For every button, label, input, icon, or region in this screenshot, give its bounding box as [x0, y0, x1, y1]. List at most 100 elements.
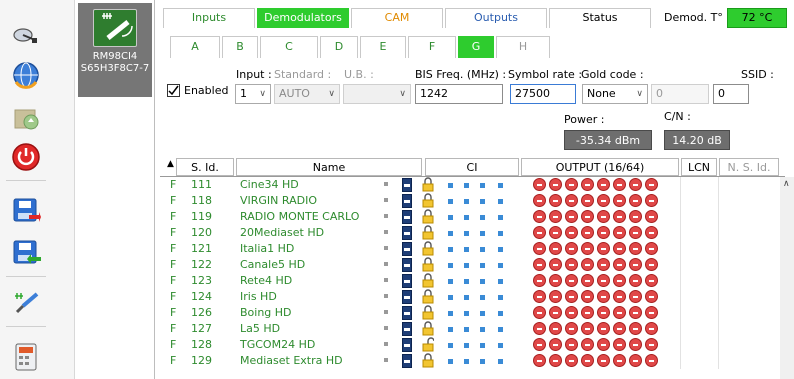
output-disabled-icon[interactable]	[629, 290, 642, 303]
output-disabled-icon[interactable]	[581, 210, 594, 223]
output-disabled-icon[interactable]	[565, 258, 578, 271]
output-disabled-icon[interactable]	[549, 242, 562, 255]
output-disabled-icon[interactable]	[629, 338, 642, 351]
output-disabled-icon[interactable]	[597, 354, 610, 367]
output-disabled-icon[interactable]	[629, 210, 642, 223]
output-disabled-icon[interactable]	[613, 178, 626, 191]
ci-slot-1[interactable]	[448, 311, 453, 316]
ci-slot-2[interactable]	[464, 215, 469, 220]
output-disabled-icon[interactable]	[549, 178, 562, 191]
output-disabled-icon[interactable]	[597, 290, 610, 303]
ci-slot-4[interactable]	[498, 231, 503, 236]
output-disabled-icon[interactable]	[629, 226, 642, 239]
ci-slot-1[interactable]	[448, 215, 453, 220]
standard-select[interactable]: AUTO ∨	[274, 84, 340, 104]
output-disabled-icon[interactable]	[581, 178, 594, 191]
ci-slot-4[interactable]	[498, 311, 503, 316]
disk-icon[interactable]	[402, 274, 412, 288]
ci-slot-2[interactable]	[464, 199, 469, 204]
lock-icon[interactable]	[422, 209, 434, 224]
ci-slot-4[interactable]	[498, 183, 503, 188]
gold-code-select[interactable]: None ∨	[582, 84, 648, 104]
subtab-f[interactable]: F	[408, 36, 456, 58]
table-row[interactable]: F 126 Boing HD	[160, 305, 780, 321]
output-disabled-icon[interactable]	[597, 338, 610, 351]
device-item[interactable]: RM98CI4 S65H3F8C7-7	[78, 3, 152, 97]
disk-icon[interactable]	[402, 178, 412, 192]
output-disabled-icon[interactable]	[533, 258, 546, 271]
lock-icon[interactable]	[422, 305, 434, 320]
output-disabled-icon[interactable]	[645, 226, 658, 239]
output-disabled-icon[interactable]	[597, 306, 610, 319]
output-disabled-icon[interactable]	[597, 274, 610, 287]
header-output[interactable]: OUTPUT (16/64)	[521, 158, 679, 176]
table-row[interactable]: F 124 Iris HD	[160, 289, 780, 305]
tab-outputs[interactable]: Outputs	[445, 8, 547, 28]
lock-icon[interactable]	[422, 353, 434, 368]
output-disabled-icon[interactable]	[613, 306, 626, 319]
output-disabled-icon[interactable]	[645, 274, 658, 287]
header-name[interactable]: Name	[236, 158, 422, 176]
output-disabled-icon[interactable]	[613, 194, 626, 207]
ci-slot-4[interactable]	[498, 199, 503, 204]
tab-cam[interactable]: CAM	[351, 8, 443, 28]
ci-slot-2[interactable]	[464, 327, 469, 332]
output-disabled-icon[interactable]	[613, 274, 626, 287]
ci-slot-2[interactable]	[464, 311, 469, 316]
ci-slot-4[interactable]	[498, 247, 503, 252]
ci-slot-4[interactable]	[498, 359, 503, 364]
output-disabled-icon[interactable]	[613, 226, 626, 239]
ci-slot-1[interactable]	[448, 199, 453, 204]
ci-slot-2[interactable]	[464, 247, 469, 252]
output-disabled-icon[interactable]	[549, 338, 562, 351]
ci-slot-1[interactable]	[448, 327, 453, 332]
header-lcn[interactable]: LCN	[681, 158, 717, 176]
ssid-input[interactable]: 0	[713, 84, 749, 104]
header-sid[interactable]: S. Id.	[176, 158, 234, 176]
output-disabled-icon[interactable]	[533, 194, 546, 207]
ci-slot-1[interactable]	[448, 295, 453, 300]
disk-icon[interactable]	[402, 194, 412, 208]
symbol-rate-input[interactable]: 27500	[510, 84, 576, 104]
output-disabled-icon[interactable]	[597, 194, 610, 207]
subtab-d[interactable]: D	[320, 36, 358, 58]
disk-icon[interactable]	[402, 242, 412, 256]
ci-slot-1[interactable]	[448, 343, 453, 348]
output-disabled-icon[interactable]	[613, 338, 626, 351]
ci-slot-3[interactable]	[480, 279, 485, 284]
output-disabled-icon[interactable]	[629, 242, 642, 255]
output-disabled-icon[interactable]	[549, 306, 562, 319]
output-disabled-icon[interactable]	[565, 178, 578, 191]
globe-refresh-icon[interactable]	[8, 58, 44, 92]
tab-demodulators[interactable]: Demodulators	[257, 8, 349, 28]
output-disabled-icon[interactable]	[613, 210, 626, 223]
input-select[interactable]: 1 ∨	[235, 84, 271, 104]
table-row[interactable]: F 121 Italia1 HD	[160, 241, 780, 257]
disk-icon[interactable]	[402, 322, 412, 336]
table-row[interactable]: F 123 Rete4 HD	[160, 273, 780, 289]
disk-icon[interactable]	[402, 210, 412, 224]
output-disabled-icon[interactable]	[629, 194, 642, 207]
disk-icon[interactable]	[402, 290, 412, 304]
output-disabled-icon[interactable]	[581, 354, 594, 367]
output-disabled-icon[interactable]	[533, 290, 546, 303]
output-disabled-icon[interactable]	[565, 194, 578, 207]
tab-status[interactable]: Status	[549, 8, 651, 28]
ci-slot-4[interactable]	[498, 327, 503, 332]
disk-icon[interactable]	[402, 338, 412, 352]
table-row[interactable]: F 120 20Mediaset HD	[160, 225, 780, 241]
ci-slot-1[interactable]	[448, 247, 453, 252]
enabled-checkbox[interactable]	[167, 84, 180, 97]
ci-slot-3[interactable]	[480, 327, 485, 332]
output-disabled-icon[interactable]	[549, 274, 562, 287]
lock-icon[interactable]	[422, 193, 434, 208]
output-disabled-icon[interactable]	[629, 322, 642, 335]
output-disabled-icon[interactable]	[581, 322, 594, 335]
output-disabled-icon[interactable]	[549, 354, 562, 367]
ci-slot-4[interactable]	[498, 295, 503, 300]
output-disabled-icon[interactable]	[533, 178, 546, 191]
table-row[interactable]: F 129 Mediaset Extra HD	[160, 353, 780, 369]
output-disabled-icon[interactable]	[597, 322, 610, 335]
ci-slot-3[interactable]	[480, 183, 485, 188]
output-disabled-icon[interactable]	[565, 226, 578, 239]
